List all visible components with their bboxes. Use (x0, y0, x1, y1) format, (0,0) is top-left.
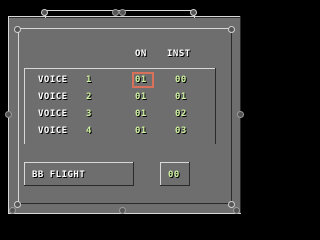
header-inst: INST (167, 49, 191, 59)
rivet-top-right (119, 9, 126, 16)
rivet-corner-tl (14, 26, 21, 33)
voice-label-2: VOICE (38, 92, 68, 102)
song-name: BB FLIGHT (32, 170, 86, 180)
inner-frame-left (18, 28, 19, 204)
voice-on-2[interactable]: 01 (135, 93, 147, 102)
voice-label-3: VOICE (38, 109, 68, 119)
rivet-bottom-right (233, 207, 240, 214)
voice-number-1: 1 (86, 75, 92, 85)
selection-cursor (132, 72, 154, 88)
rivet-left-mid (5, 111, 12, 118)
song-number: 00 (168, 170, 180, 180)
inner-frame-bottom (18, 203, 232, 204)
rivet-corner-tr (228, 26, 235, 33)
voice-inst-3[interactable]: 02 (175, 110, 187, 119)
rivet-bottom-left (9, 207, 16, 214)
rivet-right-mid (237, 111, 244, 118)
voice-on-4[interactable]: 01 (135, 127, 147, 136)
voice-label-1: VOICE (38, 75, 68, 85)
inner-frame-top (18, 28, 232, 29)
voice-number-3: 3 (86, 109, 92, 119)
rivet-corner-bl (14, 201, 21, 208)
voice-on-3[interactable]: 01 (135, 110, 147, 119)
rivet-notch-left (41, 9, 48, 16)
voice-inst-4[interactable]: 03 (175, 127, 187, 136)
header-on: ON (135, 49, 147, 59)
voice-inst-1[interactable]: 00 (175, 76, 187, 85)
rivet-bottom-center (119, 207, 126, 214)
rivet-notch-right (190, 9, 197, 16)
voice-number-4: 4 (86, 126, 92, 136)
frame-top-dark (9, 17, 241, 18)
sound-test-screen: ON INST VOICE 1 01 00 VOICE 2 01 01 VOIC… (0, 0, 256, 240)
voice-inst-2[interactable]: 01 (175, 93, 187, 102)
voice-number-2: 2 (86, 92, 92, 102)
inner-frame-right (231, 28, 232, 204)
voice-label-4: VOICE (38, 126, 68, 136)
rivet-top-left (112, 9, 119, 16)
